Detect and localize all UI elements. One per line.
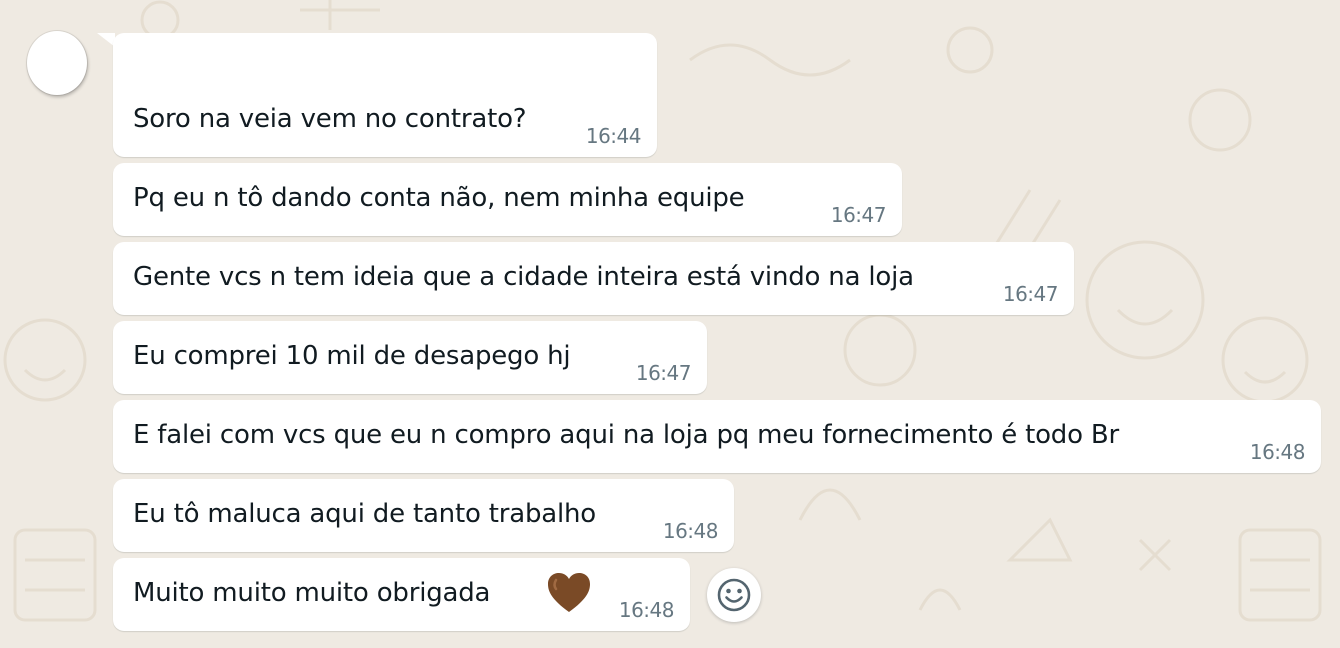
message-time: 16:47 [635,361,692,385]
message-time: 16:47 [1002,282,1059,306]
message-text: Eu tô maluca aqui de tanto trabalho [133,499,596,529]
message-bubble[interactable]: Eu comprei 10 mil de desapego hj 16:47 [113,321,707,394]
message-text: Soro na veia vem no contrato? [133,104,527,134]
message-bubble[interactable]: Eu tô maluca aqui de tanto trabalho 16:4… [113,479,734,552]
message-time: 16:47 [830,203,887,227]
message-bubble[interactable]: Pq eu n tô dando conta não, nem minha eq… [113,163,902,236]
contact-avatar[interactable] [27,31,87,95]
message-time: 16:48 [1249,440,1306,464]
message-text: Eu comprei 10 mil de desapego hj [133,341,571,371]
message-bubble[interactable]: Soro na veia vem no contrato? 16:44 [113,33,657,157]
message-bubble[interactable]: Muito muito muito obrigada 16:48 [113,558,690,631]
message-time: 16:44 [585,124,642,148]
message-bubble[interactable]: Gente vcs n tem ideia que a cidade intei… [113,242,1074,315]
message-text: Gente vcs n tem ideia que a cidade intei… [133,262,914,292]
message-text: Pq eu n tô dando conta não, nem minha eq… [133,183,745,213]
message-text: E falei com vcs que eu n compro aqui na … [133,420,1120,450]
react-button[interactable] [707,568,761,622]
message-time: 16:48 [662,519,719,543]
message-bubble[interactable]: E falei com vcs que eu n compro aqui na … [113,400,1321,473]
brown-heart-icon [548,573,590,612]
smiley-icon [717,578,751,612]
message-text: Muito muito muito obrigada [133,578,491,608]
message-time: 16:48 [618,598,675,622]
